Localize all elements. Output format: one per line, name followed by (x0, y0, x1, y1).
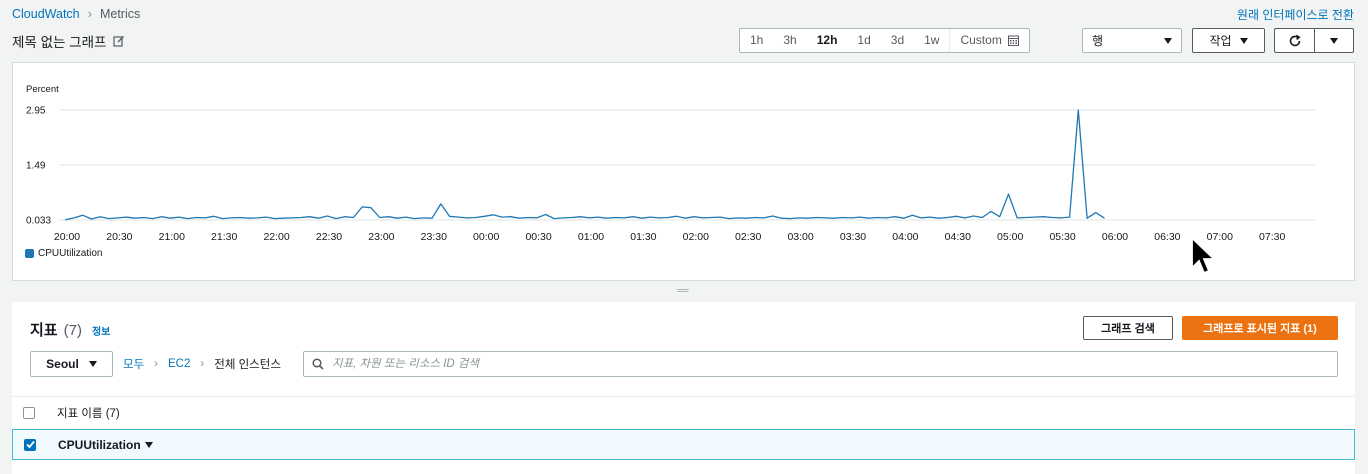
view-type-select[interactable]: 행 (1082, 28, 1182, 53)
metrics-count: (7) (63, 322, 82, 339)
chart-legend[interactable]: CPUUtilization (25, 248, 102, 259)
search-icon (312, 358, 324, 370)
x-tick-label: 04:00 (892, 231, 918, 243)
calendar-icon (1007, 35, 1019, 46)
table-header: 지표 이름 (7) (12, 396, 1355, 428)
x-tick-label: 20:00 (54, 231, 80, 243)
chevron-right-icon: › (154, 358, 159, 370)
crumb-all[interactable]: 모두 (123, 356, 144, 372)
metric-name-text: CPUUtilization (58, 437, 141, 452)
x-tick-label: 01:00 (578, 231, 604, 243)
chevron-right-icon: › (200, 358, 205, 370)
caret-down-icon (1330, 37, 1338, 44)
info-link[interactable]: 정보 (92, 323, 110, 338)
crumb-current: 전체 인스턴스 (214, 359, 281, 371)
custom-label: Custom (960, 33, 1002, 47)
row-checkbox[interactable] (24, 438, 36, 451)
region-select[interactable]: Seoul (30, 351, 113, 377)
x-tick-label: 04:30 (945, 231, 971, 243)
x-tick-label: 22:00 (263, 231, 289, 243)
metrics-panel: 지표 (7) 정보 그래프 검색 그래프로 표시된 지표 (1) Seoul 모… (12, 302, 1355, 474)
time-range-group: 1h 3h 12h 1d 3d 1w Custom (739, 28, 1030, 53)
x-tick-label: 05:00 (997, 231, 1023, 243)
x-tick-label: 21:00 (159, 231, 185, 243)
chevron-right-icon: › (87, 6, 92, 21)
range-1h[interactable]: 1h (740, 29, 773, 52)
refresh-button[interactable] (1275, 29, 1315, 52)
range-1d[interactable]: 1d (847, 29, 880, 52)
x-tick-label: 22:30 (316, 231, 342, 243)
refresh-icon (1289, 34, 1301, 46)
x-tick-label: 05:30 (1049, 231, 1075, 243)
metrics-title: 지표 (30, 322, 58, 339)
x-tick-label: 21:30 (211, 231, 237, 243)
filter-row: Seoul 모두 › EC2 › 전체 인스턴스 (30, 351, 281, 377)
x-tick-label: 03:00 (787, 231, 813, 243)
line-chart: Percent 0.033 1.49 2.95 20:00 20:30 21:00 21:… (26, 84, 1315, 243)
x-tick-label: 23:30 (421, 231, 447, 243)
switch-interface-link[interactable]: 원래 인터페이스로 전환 (1237, 6, 1354, 23)
y-tick-label: 0.033 (26, 216, 51, 227)
x-tick-label: 02:30 (735, 231, 761, 243)
caret-down-icon (88, 361, 97, 367)
graph-title-area: 제목 없는 그래프 (12, 31, 125, 51)
refresh-options-button[interactable] (1315, 29, 1353, 52)
range-3h[interactable]: 3h (773, 29, 806, 52)
caret-down-icon[interactable] (144, 441, 153, 448)
select-all-checkbox[interactable] (23, 406, 35, 419)
actions-button[interactable]: 작업 (1192, 28, 1265, 53)
top-bar: CloudWatch › Metrics 원래 인터페이스로 전환 제목 없는 … (0, 0, 1368, 60)
metric-search-box (303, 351, 1338, 377)
x-tick-label: 01:30 (630, 231, 656, 243)
refresh-split-button (1274, 28, 1354, 53)
crumb-ec2[interactable]: EC2 (168, 358, 190, 370)
range-3d[interactable]: 3d (881, 29, 914, 52)
graphed-metrics-button[interactable]: 그래프로 표시된 지표 (1) (1182, 316, 1338, 340)
x-tick-label: 06:30 (1154, 231, 1180, 243)
y-tick-label: 2.95 (26, 106, 46, 117)
graph-title: 제목 없는 그래프 (12, 35, 107, 50)
range-1w[interactable]: 1w (914, 29, 949, 52)
breadcrumb-metrics: Metrics (99, 6, 141, 21)
view-type-value: 행 (1092, 34, 1104, 48)
check-icon (25, 440, 35, 449)
legend-label: CPUUtilization (38, 248, 103, 259)
x-tick-label: 23:00 (368, 231, 394, 243)
y-axis-label: Percent (26, 84, 59, 95)
column-header-metric-name[interactable]: 지표 이름 (7) (57, 405, 120, 421)
metric-name[interactable]: CPUUtilization (58, 438, 153, 452)
region-value: Seoul (46, 357, 79, 371)
actions-label: 작업 (1209, 34, 1232, 48)
metric-search-input[interactable] (332, 358, 1312, 370)
search-graph-button[interactable]: 그래프 검색 (1083, 316, 1173, 340)
x-tick-label: 06:00 (1102, 231, 1128, 243)
chart-panel: Percent 0.033 1.49 2.95 20:00 20:30 21:00 21:… (12, 62, 1355, 281)
legend-swatch (25, 249, 34, 258)
mouse-pointer-icon (1191, 236, 1216, 275)
table-row[interactable]: CPUUtilization (12, 429, 1355, 460)
metrics-header: 지표 (7) 정보 (30, 319, 110, 340)
x-tick-label: 00:00 (473, 231, 499, 243)
y-tick-label: 1.49 (26, 161, 46, 172)
x-tick-label: 20:30 (106, 231, 132, 243)
x-tick-label: 02:00 (683, 231, 709, 243)
caret-down-icon (1239, 37, 1248, 44)
caret-down-icon (1164, 37, 1172, 44)
edit-icon[interactable] (113, 35, 125, 47)
breadcrumb: CloudWatch › Metrics (12, 6, 140, 21)
x-tick-label: 07:30 (1259, 231, 1285, 243)
x-tick-label: 03:30 (840, 231, 866, 243)
x-tick-label: 00:30 (525, 231, 551, 243)
breadcrumb-cloudwatch[interactable]: CloudWatch (12, 7, 80, 21)
range-custom[interactable]: Custom (949, 29, 1028, 52)
resize-handle[interactable]: === (677, 286, 689, 295)
range-12h[interactable]: 12h (807, 29, 848, 52)
namespace-breadcrumb: 모두 › EC2 › 전체 인스턴스 (123, 356, 281, 372)
